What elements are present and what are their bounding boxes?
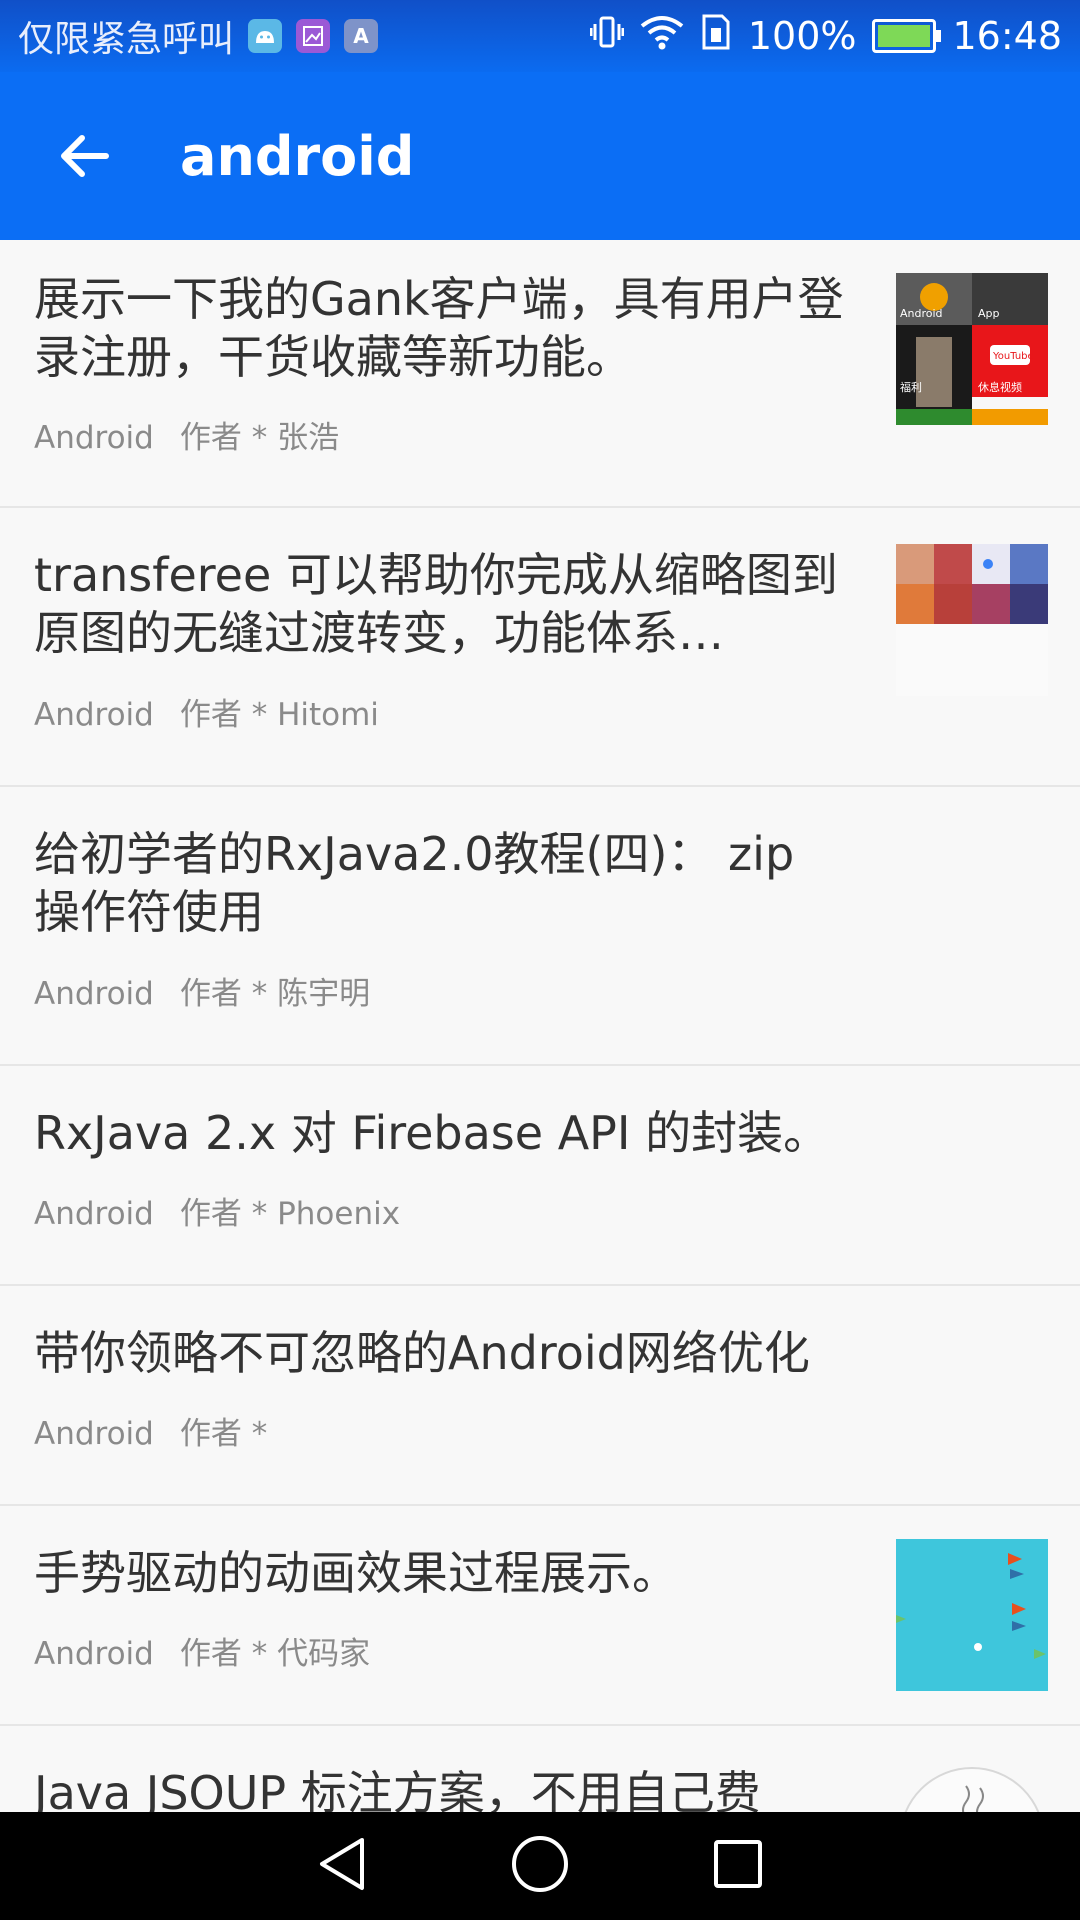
item-meta: Android 作者 * 张浩 — [34, 412, 339, 457]
item-category: Android — [34, 420, 154, 456]
item-category: Android — [34, 1636, 154, 1672]
list-item[interactable]: 手势驱动的动画效果过程展示。 Android 作者 * 代码家 — [0, 1506, 1080, 1726]
item-author: 作者 * — [179, 1416, 268, 1452]
sim-icon — [700, 14, 732, 59]
item-title: 给初学者的RxJava2.0教程(四)： zip 操作符使用 — [34, 827, 795, 939]
thumb-label-app: App — [978, 307, 1000, 320]
item-title: transferee 可以帮助你完成从缩略图到原图的无缝过渡转变，功能体系… — [34, 548, 838, 660]
back-arrow-icon[interactable] — [0, 72, 168, 240]
thumb-label-youtube: YouTube — [992, 351, 1034, 362]
app-toolbar: android — [0, 72, 1080, 240]
system-nav-bar — [0, 1812, 1080, 1920]
item-category: Android — [34, 1196, 154, 1232]
battery-percent: 100% — [747, 14, 857, 58]
item-meta: Android 作者 * 陈宇明 — [34, 968, 370, 1013]
item-thumbnail — [896, 1764, 1048, 1812]
list-item[interactable]: 展示一下我的Gank客户端，具有用户登录注册，干货收藏等新功能。 Android… — [0, 240, 1080, 508]
item-thumbnail: Android App 福利 YouTube 休息视频 — [896, 273, 1048, 425]
item-author: 作者 * 代码家 — [179, 1636, 371, 1672]
item-title: Java JSOUP 标注方案，不用自己费 — [34, 1766, 761, 1812]
text-a-icon: A — [344, 19, 379, 53]
item-meta: Android 作者 * — [34, 1408, 267, 1453]
item-category: Android — [34, 697, 154, 733]
thumb-label-video: 休息视频 — [978, 380, 1022, 394]
battery-icon — [872, 19, 942, 53]
carrier-text: 仅限紧急呼叫 — [18, 19, 235, 60]
item-thumbnail — [896, 544, 1048, 696]
thumb-label-fuli: 福利 — [900, 380, 922, 394]
item-category: Android — [34, 976, 154, 1012]
item-author: 作者 * Hitomi — [179, 697, 379, 733]
page-title: android — [180, 124, 415, 188]
item-author: 作者 * 陈宇明 — [179, 976, 371, 1012]
clock: 16:48 — [952, 14, 1062, 58]
thumb-label-android: Android — [900, 307, 943, 320]
nav-home-icon[interactable] — [510, 1834, 570, 1898]
article-list[interactable]: 展示一下我的Gank客户端，具有用户登录注册，干货收藏等新功能。 Android… — [0, 240, 1080, 1812]
vibrate-icon — [589, 14, 625, 59]
item-category: Android — [34, 1416, 154, 1452]
item-author: 作者 * 张浩 — [179, 420, 340, 456]
item-title: 带你领略不可忽略的Android网络优化 — [34, 1326, 810, 1380]
list-item[interactable]: 给初学者的RxJava2.0教程(四)： zip 操作符使用 Android 作者… — [0, 787, 1080, 1066]
status-bar: 仅限紧急呼叫 A 100% 16:48 — [0, 0, 1080, 72]
list-item[interactable]: Java JSOUP 标注方案，不用自己费 — [0, 1726, 1080, 1812]
gallery-icon — [296, 19, 331, 53]
item-title: 手势驱动的动画效果过程展示。 — [34, 1546, 678, 1600]
item-meta: Android 作者 * 代码家 — [34, 1628, 370, 1673]
item-title: 展示一下我的Gank客户端，具有用户登录注册，干货收藏等新功能。 — [34, 272, 844, 384]
wifi-icon — [640, 14, 684, 59]
list-item[interactable]: RxJava 2.x 对 Firebase API 的封装。 Android 作者… — [0, 1066, 1080, 1286]
item-meta: Android 作者 * Phoenix — [34, 1188, 400, 1233]
list-item[interactable]: transferee 可以帮助你完成从缩略图到原图的无缝过渡转变，功能体系… A… — [0, 508, 1080, 787]
item-thumbnail — [896, 1539, 1048, 1691]
item-author: 作者 * Phoenix — [179, 1196, 401, 1232]
android-robot-icon — [248, 19, 283, 53]
item-meta: Android 作者 * Hitomi — [34, 689, 379, 734]
item-title: RxJava 2.x 对 Firebase API 的封装。 — [34, 1106, 830, 1160]
list-item[interactable]: 带你领略不可忽略的Android网络优化 Android 作者 * — [0, 1286, 1080, 1506]
nav-recents-icon[interactable] — [710, 1836, 766, 1896]
nav-back-icon[interactable] — [314, 1834, 370, 1898]
